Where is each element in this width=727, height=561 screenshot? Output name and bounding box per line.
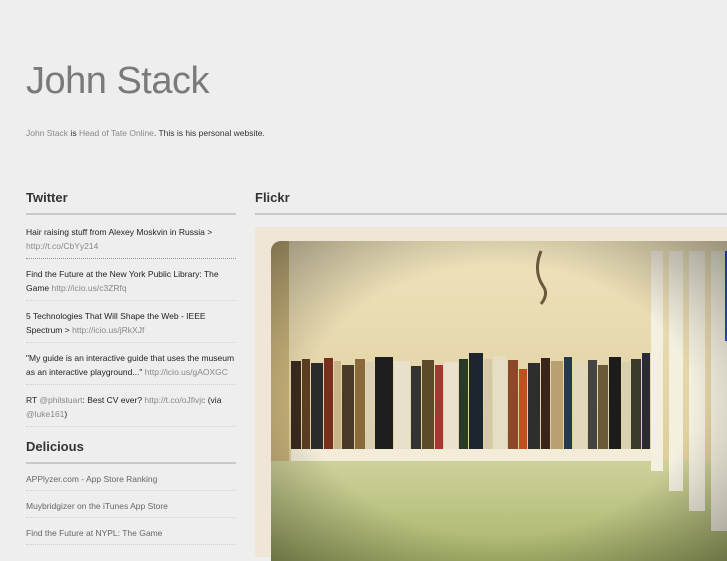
tweet-text: (via (205, 395, 222, 405)
twitter-title: Twitter (26, 190, 236, 215)
intro-role-link[interactable]: Head of Tate Online (79, 128, 154, 138)
delicious-link[interactable]: APPlyzer.com - App Store Ranking (26, 464, 236, 491)
intro-is: is (68, 128, 79, 138)
tweet-link[interactable]: http://icio.us/jRkXJf (72, 325, 144, 335)
right-column: Flickr (255, 190, 727, 561)
tweet-text: ) (64, 409, 68, 419)
left-column: Twitter Hair raising stuff from Alexey M… (26, 190, 236, 545)
tweet-link[interactable]: http://t.co/CbYy214 (26, 241, 98, 251)
tweet-user-link[interactable]: @philstuart (39, 395, 82, 405)
tweet-link[interactable]: http://icio.us/gAOXGC (145, 367, 228, 377)
delicious-link[interactable]: Find the Future at NYPL: The Game (26, 518, 236, 545)
tweet-item: Find the Future at the New York Public L… (26, 259, 236, 301)
tweet-link[interactable]: http://icio.us/c3ZRfq (52, 283, 127, 293)
tweet-item: Hair raising stuff from Alexey Moskvin i… (26, 215, 236, 259)
bookshelf-image (271, 241, 727, 561)
tweet-list: Hair raising stuff from Alexey Moskvin i… (26, 215, 236, 427)
intro-text: John Stack is Head of Tate Online. This … (26, 128, 265, 138)
tweet-user-link[interactable]: @luke161 (26, 409, 64, 419)
flickr-photo-frame (255, 227, 727, 561)
delicious-link[interactable]: Muybridgizer on the iTunes App Store (26, 491, 236, 518)
site-title: John Stack (26, 60, 210, 102)
tweet-item: 5 Technologies That Will Shape the Web -… (26, 301, 236, 343)
intro-name-link[interactable]: John Stack (26, 128, 68, 138)
tweet-item: RT @philstuart: Best CV ever? http://t.c… (26, 385, 236, 427)
delicious-title: Delicious (26, 439, 236, 464)
flickr-title: Flickr (255, 190, 727, 215)
tweet-item: "My guide is an interactive guide that u… (26, 343, 236, 385)
intro-rest: . This is his personal website. (153, 128, 265, 138)
tweet-link[interactable]: http://t.co/oJfivjc (144, 395, 205, 405)
delicious-list: APPlyzer.com - App Store Ranking Muybrid… (26, 464, 236, 545)
flickr-photo-bookshelf[interactable] (271, 241, 727, 561)
tweet-text: : Best CV ever? (82, 395, 145, 405)
tweet-text: RT (26, 395, 40, 405)
tweet-text: Hair raising stuff from Alexey Moskvin i… (26, 227, 213, 237)
